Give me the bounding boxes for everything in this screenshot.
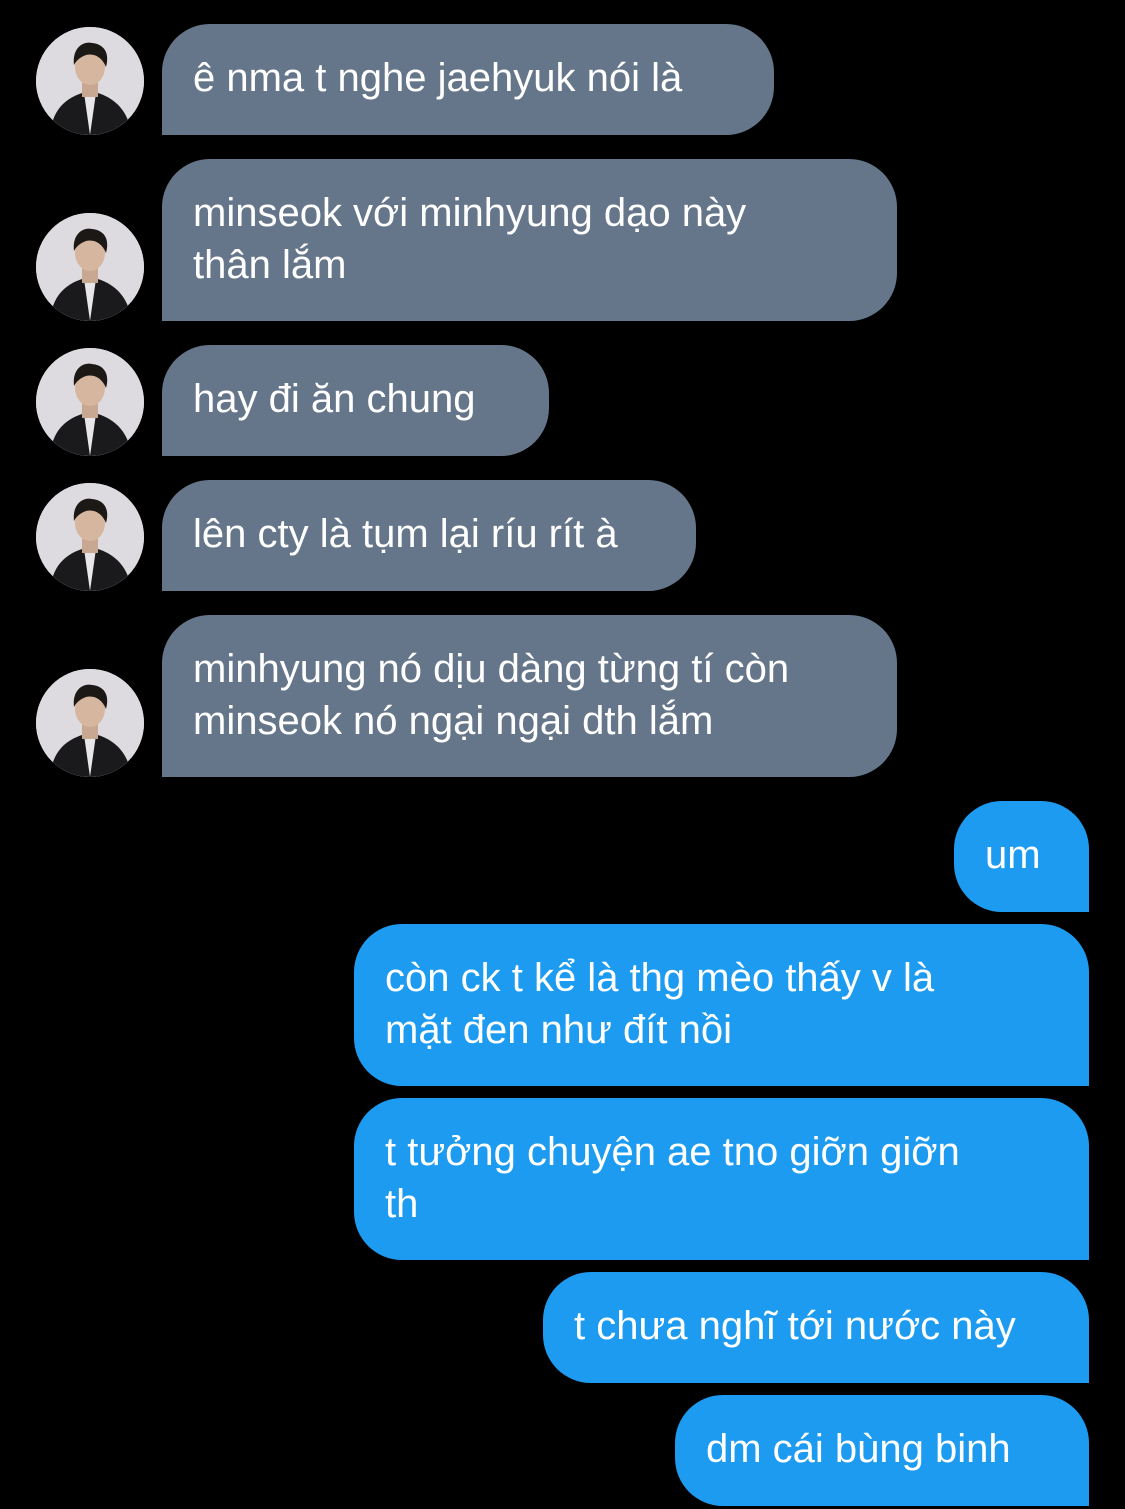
avatar[interactable] bbox=[36, 483, 144, 591]
profile-photo-avatar bbox=[36, 348, 144, 456]
profile-photo-avatar bbox=[36, 27, 144, 135]
avatar[interactable] bbox=[36, 669, 144, 777]
outgoing-message-bubble[interactable]: t tưởng chuyện ae tno giỡn giỡn th bbox=[354, 1098, 1089, 1260]
avatar[interactable] bbox=[36, 27, 144, 135]
message-thread[interactable]: ê nma t nghe jaehyuk nói là minseok với … bbox=[0, 0, 1125, 1509]
avatar[interactable] bbox=[36, 213, 144, 321]
incoming-message-bubble[interactable]: ê nma t nghe jaehyuk nói là bbox=[162, 24, 774, 135]
outgoing-message-bubble[interactable]: um bbox=[954, 801, 1089, 912]
outgoing-message-bubble[interactable]: t chưa nghĩ tới nước này bbox=[543, 1272, 1089, 1383]
incoming-message-bubble[interactable]: lên cty là tụm lại ríu rít à bbox=[162, 480, 696, 591]
incoming-message-bubble[interactable]: hay đi ăn chung bbox=[162, 345, 549, 456]
profile-photo-avatar bbox=[36, 669, 144, 777]
outgoing-message-bubble[interactable]: dm cái bùng binh bbox=[675, 1395, 1089, 1506]
profile-photo-avatar bbox=[36, 213, 144, 321]
incoming-message-bubble[interactable]: minseok với minhyung dạo này thân lắm bbox=[162, 159, 897, 321]
outgoing-message-bubble[interactable]: còn ck t kể là thg mèo thấy v là mặt đen… bbox=[354, 924, 1089, 1086]
incoming-message-bubble[interactable]: minhyung nó dịu dàng từng tí còn minseok… bbox=[162, 615, 897, 777]
profile-photo-avatar bbox=[36, 483, 144, 591]
avatar[interactable] bbox=[36, 348, 144, 456]
